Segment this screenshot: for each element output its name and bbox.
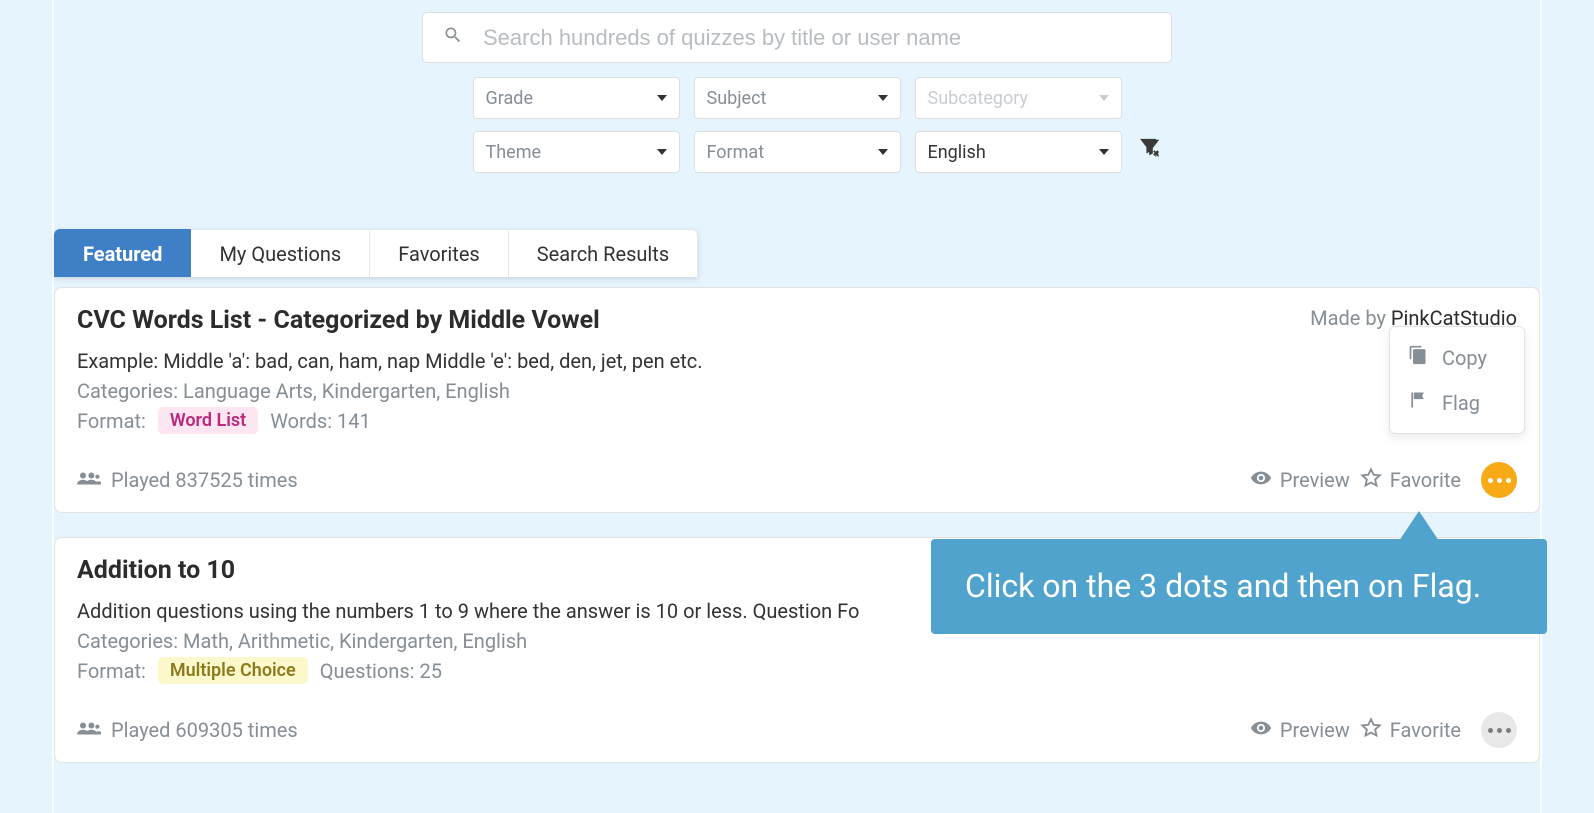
made-by-prefix: Made by bbox=[1310, 306, 1391, 330]
format-label: Format: bbox=[77, 659, 146, 683]
star-icon bbox=[1360, 717, 1382, 744]
filter-theme-label: Theme bbox=[486, 142, 542, 163]
quiz-categories: Categories: Language Arts, Kindergarten,… bbox=[77, 379, 1517, 403]
eye-icon bbox=[1250, 717, 1272, 744]
filter-theme[interactable]: Theme bbox=[473, 131, 680, 173]
filter-grade-label: Grade bbox=[486, 88, 534, 109]
more-menu-button[interactable] bbox=[1481, 712, 1517, 748]
quiz-format-line: Format: Word List Words: 141 bbox=[77, 407, 1517, 434]
count-label: Words: 141 bbox=[270, 409, 371, 433]
tab-favorites[interactable]: Favorites bbox=[370, 229, 509, 277]
filter-row-1: Grade Subject Subcategory bbox=[473, 77, 1122, 119]
preview-label: Preview bbox=[1280, 718, 1350, 742]
popover-copy[interactable]: Copy bbox=[1390, 335, 1524, 380]
filter-grade[interactable]: Grade bbox=[473, 77, 680, 119]
quiz-title[interactable]: Addition to 10 bbox=[77, 556, 235, 585]
format-badge: Word List bbox=[158, 407, 258, 434]
caret-down-icon bbox=[1099, 95, 1109, 101]
clear-filters-icon[interactable]: x bbox=[1140, 137, 1162, 164]
filter-section: Grade Subject Subcategory Theme bbox=[54, 77, 1540, 173]
caret-down-icon bbox=[1099, 149, 1109, 155]
users-icon bbox=[77, 718, 101, 742]
tab-featured[interactable]: Featured bbox=[54, 229, 191, 277]
filter-subject[interactable]: Subject bbox=[694, 77, 901, 119]
caret-down-icon bbox=[878, 149, 888, 155]
quiz-title[interactable]: CVC Words List - Categorized by Middle V… bbox=[77, 306, 600, 335]
tab-favorites-label: Favorites bbox=[398, 242, 480, 266]
instruction-tooltip: Click on the 3 dots and then on Flag. bbox=[931, 539, 1547, 634]
tab-featured-label: Featured bbox=[83, 242, 162, 266]
favorite-button[interactable]: Favorite bbox=[1360, 467, 1461, 494]
favorite-button[interactable]: Favorite bbox=[1360, 717, 1461, 744]
quiz-format-line: Format: Multiple Choice Questions: 25 bbox=[77, 657, 1517, 684]
search-input[interactable] bbox=[481, 24, 1151, 52]
format-label: Format: bbox=[77, 409, 146, 433]
tab-search-results[interactable]: Search Results bbox=[509, 229, 698, 277]
dots-icon bbox=[1488, 478, 1511, 483]
quiz-list: CVC Words List - Categorized by Middle V… bbox=[54, 287, 1540, 763]
preview-button[interactable]: Preview bbox=[1250, 717, 1350, 744]
tab-my-questions-label: My Questions bbox=[219, 242, 341, 266]
caret-down-icon bbox=[878, 95, 888, 101]
main-panel: Grade Subject Subcategory Theme bbox=[52, 0, 1542, 813]
more-menu-popover: Copy Flag bbox=[1389, 326, 1525, 434]
flag-icon bbox=[1408, 390, 1428, 415]
popover-flag-label: Flag bbox=[1442, 391, 1480, 415]
caret-down-icon bbox=[657, 149, 667, 155]
filter-language[interactable]: English bbox=[915, 131, 1122, 173]
dots-icon bbox=[1488, 728, 1511, 733]
count-label: Questions: 25 bbox=[320, 659, 442, 683]
popover-flag[interactable]: Flag bbox=[1390, 380, 1524, 425]
favorite-label: Favorite bbox=[1390, 468, 1461, 492]
svg-text:x: x bbox=[1154, 149, 1159, 159]
filter-format-label: Format bbox=[707, 142, 765, 163]
tab-my-questions[interactable]: My Questions bbox=[191, 229, 370, 277]
caret-down-icon bbox=[657, 95, 667, 101]
played-count: Played 837525 times bbox=[111, 468, 298, 492]
tooltip-arrow-icon bbox=[1399, 511, 1439, 541]
eye-icon bbox=[1250, 467, 1272, 494]
format-badge: Multiple Choice bbox=[158, 657, 308, 684]
filter-format[interactable]: Format bbox=[694, 131, 901, 173]
search-icon bbox=[443, 25, 463, 50]
more-menu-button[interactable] bbox=[1481, 462, 1517, 498]
star-icon bbox=[1360, 467, 1382, 494]
tab-search-results-label: Search Results bbox=[537, 242, 669, 266]
filter-row-2: Theme Format English x bbox=[473, 131, 1122, 173]
copy-icon bbox=[1408, 345, 1428, 370]
filter-subcategory-label: Subcategory bbox=[928, 88, 1029, 109]
preview-button[interactable]: Preview bbox=[1250, 467, 1350, 494]
filter-subject-label: Subject bbox=[707, 88, 767, 109]
search-bar[interactable] bbox=[422, 12, 1172, 63]
search-row bbox=[54, 12, 1540, 63]
preview-label: Preview bbox=[1280, 468, 1350, 492]
quiz-example: Example: Middle 'a': bad, can, ham, nap … bbox=[77, 349, 1517, 373]
quiz-footer: Played 837525 times Preview bbox=[77, 462, 1517, 498]
played-count: Played 609305 times bbox=[111, 718, 298, 742]
quiz-card: CVC Words List - Categorized by Middle V… bbox=[54, 287, 1540, 513]
filter-subcategory: Subcategory bbox=[915, 77, 1122, 119]
quiz-footer: Played 609305 times Preview bbox=[77, 712, 1517, 748]
users-icon bbox=[77, 468, 101, 492]
favorite-label: Favorite bbox=[1390, 718, 1461, 742]
instruction-text: Click on the 3 dots and then on Flag. bbox=[965, 567, 1481, 605]
filter-language-label: English bbox=[928, 142, 986, 163]
tabs: Featured My Questions Favorites Search R… bbox=[54, 229, 698, 277]
popover-copy-label: Copy bbox=[1442, 346, 1487, 370]
